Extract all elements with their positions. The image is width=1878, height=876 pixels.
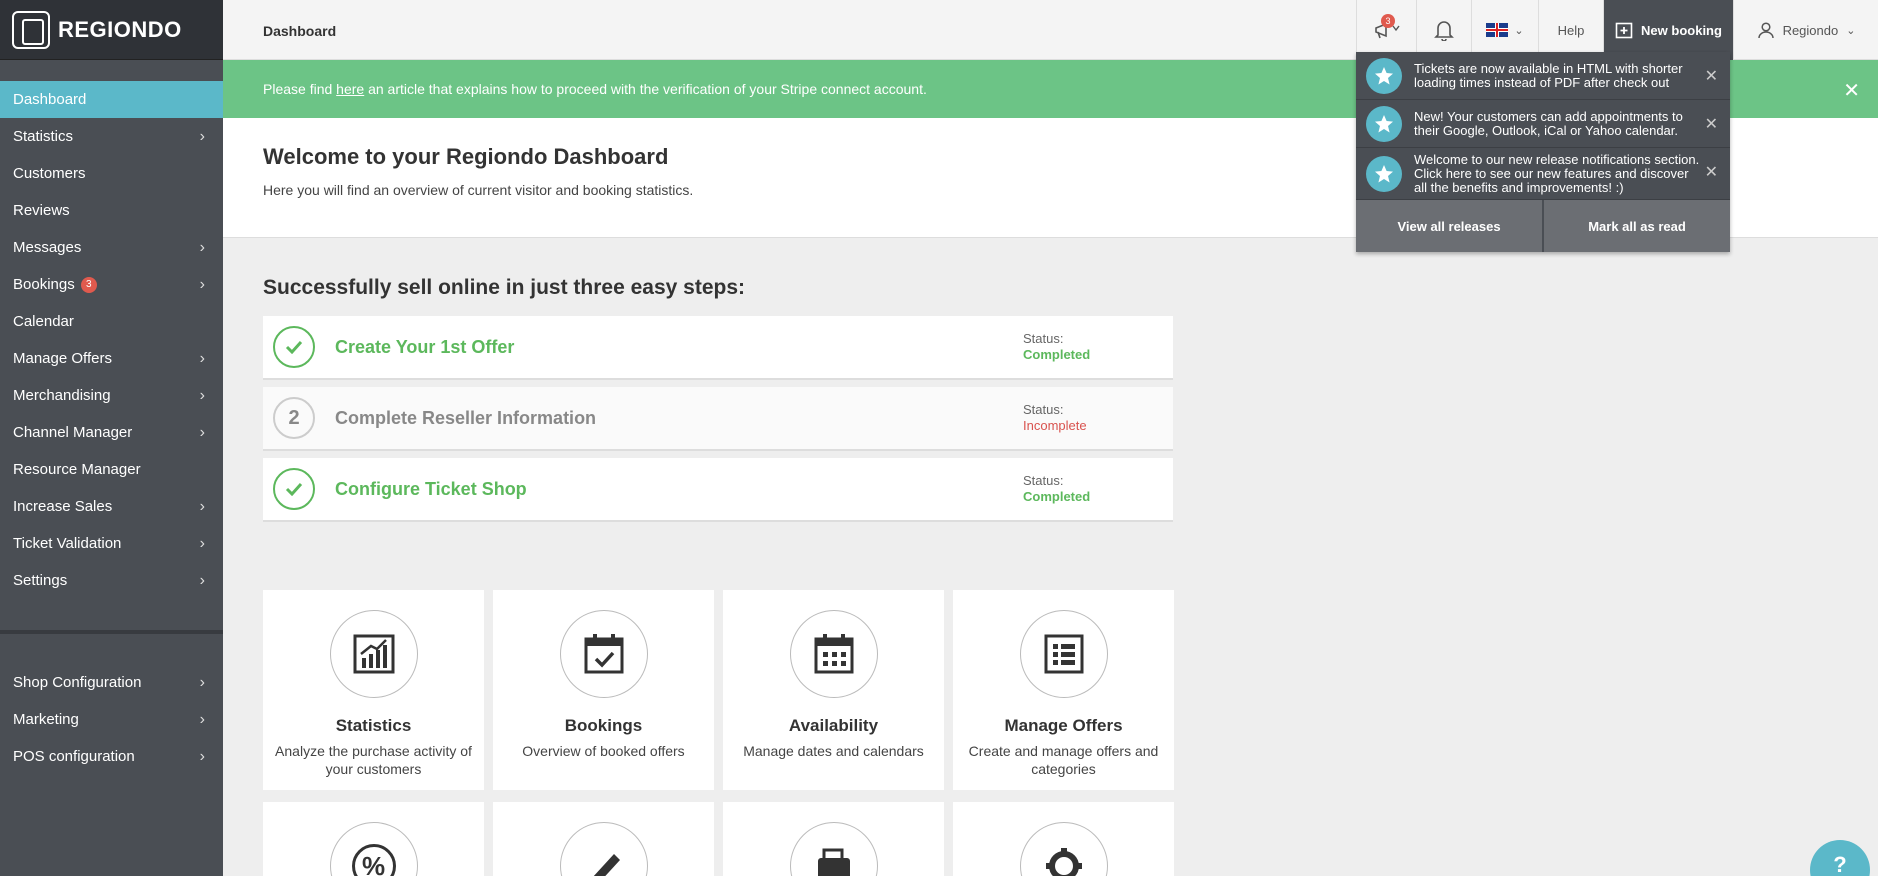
user-menu[interactable]: Regiondo ⌄ [1733,0,1878,60]
notification-item[interactable]: New! Your customers can add appointments… [1356,100,1730,148]
notification-item[interactable]: Welcome to our new release notifications… [1356,148,1730,200]
bell-icon [1434,21,1454,41]
chevron-down-icon: ⌄ [1514,24,1524,37]
calendar-plus-icon [1615,22,1633,39]
sidebar-item-statistics[interactable]: Statistics › [0,118,223,155]
sidebar-item-dashboard[interactable]: Dashboard [0,81,223,118]
help-chat-button[interactable]: ? [1810,840,1870,876]
card-partial-3[interactable] [723,802,944,876]
gear-icon [1019,822,1108,876]
card-statistics[interactable]: Statistics Analyze the purchase activity… [263,590,484,790]
mark-all-read-button[interactable]: Mark all as read [1542,200,1730,252]
sidebar-item-customers[interactable]: Customers [0,155,223,192]
chevron-down-icon: ⌄ [1846,24,1856,37]
chevron-right-icon: › [199,710,205,728]
sidebar-item-settings[interactable]: Settings › [0,562,223,599]
step-create-offer[interactable]: Create Your 1st Offer Status: Completed [263,316,1173,380]
step-status: Status: Completed [1023,473,1091,504]
step-status: Status: Completed [1023,331,1091,362]
check-icon [273,468,315,510]
step-title: Complete Reseller Information [335,407,597,428]
star-icon [1366,155,1402,192]
chevron-right-icon: › [199,534,205,552]
step-reseller-info[interactable]: 2 Complete Reseller Information Status: I… [263,387,1173,451]
chevron-right-icon: › [199,673,205,691]
logo[interactable]: REGIONDO [0,0,223,60]
ticket-icon [559,822,648,876]
banner-link[interactable]: here [336,81,364,97]
new-booking-button[interactable]: New booking [1603,0,1733,60]
logo-icon [12,10,50,49]
language-selector[interactable]: ⌄ [1471,0,1538,60]
notification-actions: View all releases Mark all as read [1356,200,1730,252]
chevron-right-icon: › [199,349,205,367]
sidebar-item-messages[interactable]: Messages › [0,229,223,266]
view-all-releases-button[interactable]: View all releases [1356,200,1542,252]
sidebar-item-channel-manager[interactable]: Channel Manager › [0,414,223,451]
step-configure-shop[interactable]: Configure Ticket Shop Status: Completed [263,458,1173,522]
user-icon [1757,22,1774,39]
card-partial-2[interactable] [493,802,714,876]
onboarding-steps: Successfully sell online in just three e… [263,276,1173,529]
percent-icon: % [329,822,418,876]
sidebar-item-manage-offers[interactable]: Manage Offers › [0,340,223,377]
calendar-grid-icon [789,610,878,698]
sidebar-item-calendar[interactable]: Calendar [0,303,223,340]
chevron-right-icon: › [199,747,205,765]
help-link[interactable]: Help [1538,0,1603,60]
chart-icon [329,610,418,698]
close-icon[interactable]: ✕ [1705,162,1718,182]
card-bookings[interactable]: Bookings Overview of booked offers [493,590,714,790]
chevron-right-icon: › [199,238,205,256]
chevron-right-icon: › [199,275,205,293]
sidebar-item-reviews[interactable]: Reviews [0,192,223,229]
chevron-right-icon: › [199,386,205,404]
sidebar-item-resource-manager[interactable]: Resource Manager [0,451,223,488]
sidebar-item-increase-sales[interactable]: Increase Sales › [0,488,223,525]
sidebar-nav-secondary: Shop Configuration › Marketing › POS confi… [0,664,223,775]
feature-cards: Statistics Analyze the purchase activity… [263,590,1174,876]
sidebar: REGIONDO Dashboard Statistics › Customers… [0,0,223,876]
close-icon[interactable]: ✕ [1705,114,1718,134]
release-notifications-dropdown: Tickets are now available in HTML with s… [1356,52,1730,252]
card-availability[interactable]: Availability Manage dates and calendars [723,590,944,790]
sidebar-item-shop-configuration[interactable]: Shop Configuration › [0,664,223,701]
card-partial-1[interactable]: % [263,802,484,876]
topbar: Dashboard 3 ⌄ Help New booking Regiondo … [223,0,1878,60]
brand-name: REGIONDO [58,16,182,42]
card-manage-offers[interactable]: Manage Offers Create and manage offers a… [953,590,1174,790]
bookings-badge: 3 [80,276,97,293]
uk-flag-icon [1486,23,1509,37]
step-title: Create Your 1st Offer [335,336,515,357]
page-title: Dashboard [263,23,337,39]
list-icon [1019,610,1108,698]
release-badge: 3 [1381,14,1395,28]
step-number: 2 [273,397,315,439]
close-icon[interactable]: ✕ [1843,78,1860,103]
check-icon [273,326,315,368]
chevron-right-icon: › [199,423,205,441]
notifications-button[interactable] [1416,0,1471,60]
star-icon [1366,105,1402,142]
sidebar-divider [0,630,223,634]
wallet-icon [789,822,878,876]
step-status: Status: Incomplete [1023,402,1087,433]
sidebar-item-ticket-validation[interactable]: Ticket Validation › [0,525,223,562]
release-notes-toggle[interactable]: 3 [1356,0,1416,60]
chevron-right-icon: › [199,497,205,515]
card-partial-4[interactable] [953,802,1174,876]
sidebar-item-pos-configuration[interactable]: POS configuration › [0,738,223,775]
sidebar-nav: Dashboard Statistics › Customers Reviews … [0,81,223,599]
star-icon [1366,57,1402,94]
sidebar-item-bookings[interactable]: Bookings 3 › [0,266,223,303]
calendar-check-icon [559,610,648,698]
sidebar-item-marketing[interactable]: Marketing › [0,701,223,738]
chevron-right-icon: › [199,127,205,145]
sidebar-item-merchandising[interactable]: Merchandising › [0,377,223,414]
notification-item[interactable]: Tickets are now available in HTML with s… [1356,52,1730,100]
steps-heading: Successfully sell online in just three e… [263,276,746,299]
step-title: Configure Ticket Shop [335,478,527,499]
chevron-right-icon: › [199,571,205,589]
close-icon[interactable]: ✕ [1705,66,1718,86]
